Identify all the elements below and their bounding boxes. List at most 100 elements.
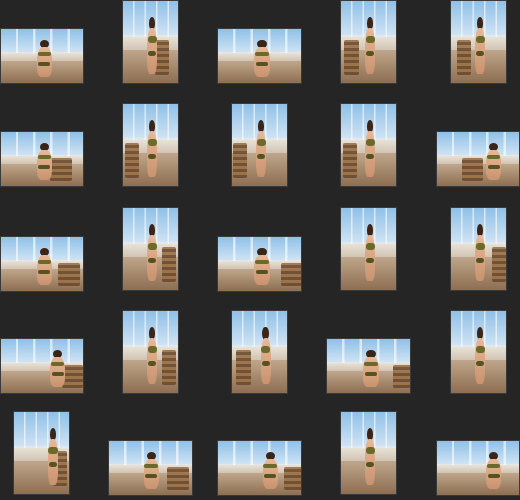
thumbnail-14[interactable] <box>340 207 397 291</box>
model-figure <box>34 39 55 78</box>
bikini-top <box>48 446 58 454</box>
thumbnail-8[interactable] <box>231 103 288 187</box>
bikini-bottom <box>487 164 500 169</box>
model-figure <box>251 39 273 78</box>
bikini-top <box>50 361 65 367</box>
bikini-top <box>256 138 266 146</box>
model-figure <box>46 428 60 485</box>
thumbnail-23[interactable] <box>217 440 302 496</box>
model-figure <box>473 224 487 281</box>
bikini-top <box>486 154 501 160</box>
thumbnail-3[interactable] <box>217 28 302 84</box>
bikini-bottom <box>264 473 277 478</box>
model-figure <box>251 247 273 286</box>
window-frame <box>437 441 519 466</box>
bikini-top <box>475 35 485 43</box>
chair <box>343 143 358 178</box>
window-frame <box>1 339 83 364</box>
model-figure <box>141 451 163 490</box>
thumbnail-24[interactable] <box>340 411 397 495</box>
model-figure <box>47 349 68 388</box>
bikini-top <box>364 361 378 367</box>
bikini-top <box>263 463 278 469</box>
floor <box>437 473 519 495</box>
chair <box>58 262 80 286</box>
thumbnail-2[interactable] <box>122 0 179 84</box>
thumbnail-19[interactable] <box>326 338 411 394</box>
bikini-top <box>37 51 52 57</box>
bikini-bottom <box>255 61 268 66</box>
bikini-top <box>260 345 271 353</box>
bikini-bottom <box>487 473 500 478</box>
bikini-top <box>365 35 375 43</box>
thumbnail-25[interactable] <box>436 440 520 496</box>
bikini-top <box>365 446 375 454</box>
chair <box>161 247 176 282</box>
thumbnail-6[interactable] <box>0 131 84 187</box>
bikini-top <box>486 463 501 469</box>
model-figure <box>473 17 487 74</box>
thumbnail-21[interactable] <box>13 411 70 495</box>
model-figure <box>363 224 377 281</box>
chair <box>284 466 301 490</box>
chair <box>161 350 176 385</box>
bikini-bottom <box>255 269 268 274</box>
thumbnail-20[interactable] <box>450 310 507 394</box>
thumbnail-22[interactable] <box>108 440 193 496</box>
bikini-top <box>365 242 375 250</box>
chair <box>461 157 483 181</box>
bikini-top <box>37 154 52 160</box>
model-figure <box>258 327 272 384</box>
bikini-top <box>365 138 375 146</box>
thumbnail-7[interactable] <box>122 103 179 187</box>
model-figure <box>34 247 55 286</box>
model-figure <box>145 224 159 281</box>
bikini-top <box>475 345 485 353</box>
bikini-bottom <box>261 360 270 367</box>
thumbnail-11[interactable] <box>0 236 84 292</box>
chair <box>236 350 251 385</box>
chair <box>393 364 410 388</box>
thumbnail-16[interactable] <box>0 338 84 394</box>
bikini-bottom <box>38 61 51 66</box>
bikini-bottom <box>51 371 64 376</box>
model-figure <box>363 428 377 485</box>
thumbnail-18[interactable] <box>231 310 288 394</box>
bikini-top <box>147 345 157 353</box>
thumbnail-1[interactable] <box>0 28 84 84</box>
model-figure <box>360 349 382 388</box>
model-figure <box>483 451 504 490</box>
bikini-bottom <box>145 473 158 478</box>
model-figure <box>254 120 268 177</box>
model-figure <box>145 327 159 384</box>
bikini-top <box>255 51 269 57</box>
thumbnail-10[interactable] <box>436 131 520 187</box>
model-figure <box>145 120 159 177</box>
bikini-top <box>255 259 269 265</box>
chair <box>456 40 471 75</box>
thumbnail-15[interactable] <box>450 207 507 291</box>
thumbnail-5[interactable] <box>450 0 507 84</box>
chair <box>167 466 189 490</box>
bikini-bottom <box>38 164 51 169</box>
bikini-bottom <box>49 461 58 468</box>
model-figure <box>363 120 377 177</box>
model-figure <box>260 451 282 490</box>
thumbnail-9[interactable] <box>340 103 397 187</box>
model-figure <box>483 142 504 181</box>
bikini-bottom <box>364 371 377 376</box>
model-figure <box>363 17 377 74</box>
thumbnail-12[interactable] <box>122 207 179 291</box>
bikini-top <box>37 259 52 265</box>
chair <box>281 262 301 286</box>
thumbnail-grid <box>0 0 520 500</box>
chair <box>491 247 506 282</box>
window-frame <box>437 132 519 157</box>
thumbnail-13[interactable] <box>217 236 302 292</box>
bikini-top <box>144 463 159 469</box>
thumbnail-4[interactable] <box>340 0 397 84</box>
thumbnail-17[interactable] <box>122 310 179 394</box>
model-figure <box>473 327 487 384</box>
window-frame <box>14 412 69 450</box>
model-figure <box>34 142 55 181</box>
